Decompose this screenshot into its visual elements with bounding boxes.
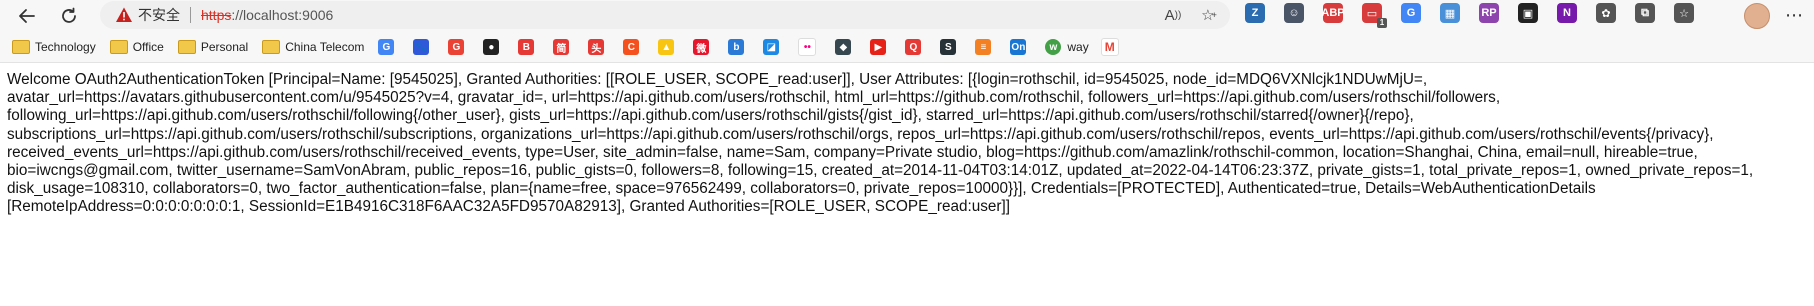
bookmark-jian-icon[interactable]: 简 [553,39,570,55]
bookmark-way[interactable]: w way [1045,39,1089,55]
add-favorite-extension-icon[interactable]: ☆ [1674,3,1694,23]
bookmark-flickr-icon[interactable]: •• [798,38,817,56]
bookmark-on-icon[interactable]: On [1010,39,1027,55]
bookmark-blue-box-icon[interactable]: ◪ [763,39,780,55]
extension-bar: Z ☺ ABP ▭ 1 G ▦ RP ▣ N ✿ ⧉ ☆ [1245,3,1713,28]
folder-icon [12,40,30,54]
bookmark-translate-icon[interactable]: G [378,39,395,55]
collections-extension-icon[interactable]: ⧉ [1635,3,1655,23]
refresh-button[interactable] [54,1,84,31]
gmail-icon[interactable]: M [1100,38,1119,56]
bookmark-folder-label: Technology [35,40,96,54]
bookmark-baidu-icon[interactable]: 🐾 [413,39,430,55]
read-aloud-icon[interactable]: A)) [1162,4,1184,26]
onenote-extension-icon[interactable]: N [1557,3,1577,23]
bookmarks-bar: Technology Office Personal China Telecom… [0,32,1814,63]
arrow-left-icon [19,9,35,23]
url-text[interactable]: https://localhost:9006 [201,7,333,23]
bookmark-bing-icon[interactable]: b [728,39,745,55]
page-body-text: Welcome OAuth2AuthenticationToken [Princ… [7,71,1754,216]
warning-icon[interactable] [115,6,133,24]
bookmark-folder-label: Office [132,40,164,54]
insecure-label[interactable]: 不安全 [138,5,180,25]
bookmark-github-icon[interactable]: ● [483,39,500,55]
bookmark-way-label: way [1067,40,1089,54]
bookmark-yellow-icon[interactable]: ▲ [658,39,675,55]
snippet-extension-icon[interactable]: ▣ [1518,3,1538,23]
bookmark-q-red-icon[interactable]: Q [905,39,922,55]
extension-badge: 1 [1377,18,1387,28]
refresh-icon [62,7,76,23]
bookmark-dolphin-icon[interactable]: ◆ [835,39,852,55]
bookmark-b-red-icon[interactable]: B [518,39,535,55]
bookmark-folder-technology[interactable]: Technology [12,40,96,54]
way-icon: w [1045,39,1062,55]
notification-extension-icon[interactable]: ▭ 1 [1362,3,1387,28]
folder-icon [177,40,196,54]
bookmark-toutiao-icon[interactable]: 头 [588,39,605,55]
extensions-extension-icon[interactable]: ✿ [1596,3,1616,23]
address-divider [190,7,191,23]
rp-extension-icon[interactable]: RP [1479,3,1499,23]
address-actions: A)) ☆ + [1162,4,1220,26]
bookmark-stackoverflow-icon[interactable]: ≡ [975,39,992,55]
browser-toolbar: 不安全 https://localhost:9006 A)) ☆ + Z ☺ ABP ▭… [0,0,1814,32]
folder-icon [262,40,281,54]
zotero-extension-icon[interactable]: Z [1245,3,1265,23]
face-extension-icon[interactable]: ☺ [1284,3,1304,23]
bookmark-c-orange-icon[interactable]: C [623,39,640,55]
adblock-extension-icon[interactable]: ABP [1321,3,1345,23]
address-bar[interactable]: 不安全 https://localhost:9006 A)) ☆ + [100,1,1230,29]
translate-extension-icon[interactable]: G [1401,3,1421,23]
picture-extension-icon[interactable]: ▦ [1440,3,1460,23]
more-icon[interactable]: ⋯ [1783,4,1805,26]
url-host: ://localhost:9006 [231,7,334,23]
bookmark-folder-label: China Telecom [285,40,365,54]
bookmark-folder-office[interactable]: Office [109,40,164,54]
bookmark-s-dark-icon[interactable]: S [940,39,957,55]
url-scheme: https [201,7,232,23]
bookmark-youtube-icon[interactable]: ▶ [870,39,887,55]
bookmark-folder-china-telecom[interactable]: China Telecom [262,40,364,54]
add-favorite-icon[interactable]: ☆ + [1198,4,1220,26]
back-button[interactable] [12,1,42,31]
folder-icon [109,40,128,54]
bookmark-folder-label: Personal [200,40,249,54]
bookmark-folder-personal[interactable]: Personal [177,40,249,54]
bookmark-weibo-icon[interactable]: 微 [693,39,710,55]
bookmark-icons: G 🐾 G ● B 简 头 C ▲ 微 b ◪ •• ◆ ▶ Q S ≡ On [378,38,1045,56]
avatar[interactable] [1744,3,1770,29]
bookmark-google-icon[interactable]: G [448,39,465,55]
